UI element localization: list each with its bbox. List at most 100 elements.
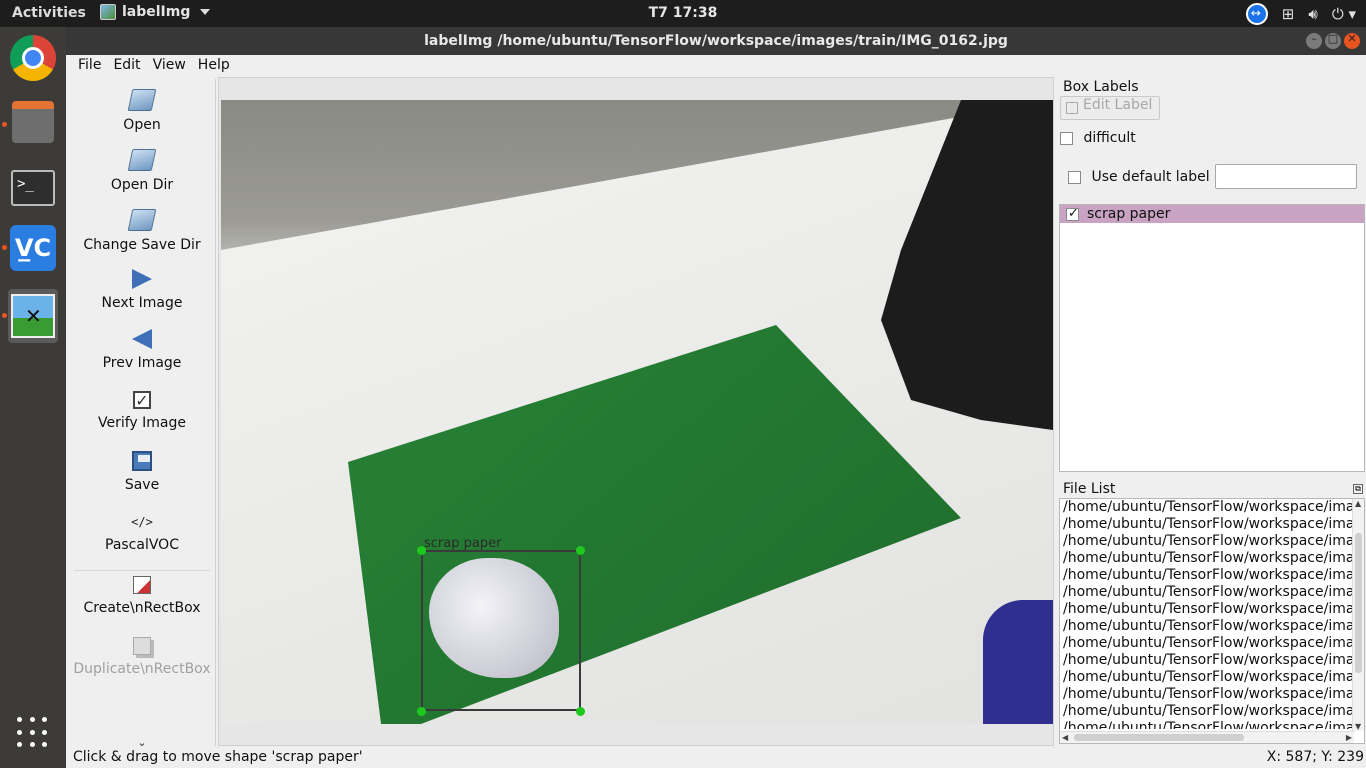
cursor-coordinates: X: 587; Y: 239 bbox=[1266, 749, 1364, 765]
scroll-thumb[interactable] bbox=[1355, 533, 1362, 673]
scroll-thumb[interactable] bbox=[1074, 734, 1244, 741]
edit-label-text: Edit Label bbox=[1083, 97, 1153, 113]
duplicate-rectbox-button[interactable]: Duplicate\nRectBox bbox=[68, 637, 216, 677]
vnc-icon: V̲C bbox=[10, 225, 56, 271]
list-item[interactable]: /home/ubuntu/TensorFlow/workspace/ima bbox=[1060, 533, 1352, 550]
box-handle-bottom-left[interactable] bbox=[417, 707, 426, 716]
arrow-right-icon bbox=[132, 269, 152, 289]
close-button[interactable]: ✕ bbox=[1344, 32, 1360, 49]
duplicate-rectbox-label: Duplicate\nRectBox bbox=[73, 661, 211, 677]
power-icon[interactable]: ⏻ ▾ bbox=[1332, 5, 1356, 23]
list-item[interactable]: /home/ubuntu/TensorFlow/workspace/ima bbox=[1060, 652, 1352, 669]
app-menu-label: labelImg bbox=[122, 4, 191, 20]
bounding-box[interactable] bbox=[421, 550, 581, 711]
dock-terminal[interactable]: >_ bbox=[8, 163, 58, 213]
default-label-input[interactable] bbox=[1215, 164, 1357, 189]
open-dir-label: Open Dir bbox=[110, 177, 174, 193]
labelimg-window: labelImg /home/ubuntu/TensorFlow/workspa… bbox=[66, 27, 1366, 768]
list-item[interactable]: /home/ubuntu/TensorFlow/workspace/ima bbox=[1060, 635, 1352, 652]
menu-help[interactable]: Help bbox=[192, 55, 236, 77]
file-list[interactable]: /home/ubuntu/TensorFlow/workspace/ima /h… bbox=[1059, 498, 1365, 744]
label-list[interactable]: scrap paper bbox=[1059, 204, 1365, 472]
dock-labelimg[interactable] bbox=[8, 287, 58, 345]
arrow-left-icon bbox=[132, 329, 152, 349]
chevron-down-icon bbox=[200, 9, 211, 15]
menu-file[interactable]: File bbox=[72, 55, 107, 77]
use-default-label-checkbox[interactable]: Use default label bbox=[1068, 169, 1210, 185]
open-button[interactable]: Open bbox=[68, 89, 216, 133]
dock-chrome[interactable] bbox=[8, 33, 58, 83]
menu-bar: File Edit View Help bbox=[66, 55, 1366, 77]
status-bar: Click & drag to move shape 'scrap paper'… bbox=[66, 746, 1366, 768]
activities-button[interactable]: Activities bbox=[12, 5, 86, 21]
minimize-button[interactable]: – bbox=[1306, 32, 1322, 49]
format-button[interactable]: </> PascalVOC bbox=[68, 515, 216, 553]
list-item[interactable]: scrap paper bbox=[1060, 205, 1364, 223]
checkbox-icon: ✓ bbox=[133, 391, 151, 409]
use-default-label-box[interactable] bbox=[1068, 170, 1081, 184]
box-handle-bottom-right[interactable] bbox=[576, 707, 585, 716]
top-bar: Activities labelImg T7 17:38 ⊞ 🔊︎ ⏻ ▾ bbox=[0, 0, 1366, 27]
open-dir-button[interactable]: Open Dir bbox=[68, 149, 216, 193]
tool-bar: Open Open Dir Change Save Dir Next Image… bbox=[68, 79, 216, 749]
box-handle-top-left[interactable] bbox=[417, 546, 426, 555]
apps-grid-icon[interactable] bbox=[17, 717, 49, 749]
difficult-checkbox[interactable]: difficult bbox=[1060, 130, 1136, 146]
next-image-button[interactable]: Next Image bbox=[68, 269, 216, 311]
app-menu[interactable]: labelImg bbox=[100, 4, 211, 20]
labelimg-small-icon bbox=[100, 4, 116, 20]
list-item[interactable]: /home/ubuntu/TensorFlow/workspace/ima bbox=[1060, 567, 1352, 584]
annotated-photo: scrap paper bbox=[221, 100, 1053, 724]
volume-icon[interactable]: 🔊︎ bbox=[1308, 5, 1317, 23]
list-item[interactable]: /home/ubuntu/TensorFlow/workspace/ima bbox=[1060, 720, 1352, 729]
change-save-dir-button[interactable]: Change Save Dir bbox=[68, 209, 216, 253]
verify-image-label: Verify Image bbox=[97, 415, 186, 431]
list-item[interactable]: /home/ubuntu/TensorFlow/workspace/ima bbox=[1060, 550, 1352, 567]
image-canvas[interactable]: scrap paper bbox=[218, 77, 1054, 746]
teamviewer-icon[interactable] bbox=[1245, 3, 1268, 25]
list-item[interactable]: /home/ubuntu/TensorFlow/workspace/ima bbox=[1060, 584, 1352, 601]
file-list-title: File List bbox=[1063, 481, 1116, 497]
float-dock-icon[interactable]: ⧉ bbox=[1353, 484, 1363, 494]
system-tray[interactable]: ⊞ 🔊︎ ⏻ ▾ bbox=[1245, 3, 1356, 25]
list-item[interactable]: /home/ubuntu/TensorFlow/workspace/ima bbox=[1060, 516, 1352, 533]
list-item[interactable]: /home/ubuntu/TensorFlow/workspace/ima bbox=[1060, 601, 1352, 618]
maximize-button[interactable]: □ bbox=[1325, 32, 1341, 49]
list-item[interactable]: /home/ubuntu/TensorFlow/workspace/ima bbox=[1060, 618, 1352, 635]
horizontal-scrollbar[interactable]: ◀ ▶ bbox=[1060, 731, 1354, 743]
open-folder-icon bbox=[127, 89, 157, 111]
status-message: Click & drag to move shape 'scrap paper' bbox=[73, 749, 363, 765]
list-item[interactable]: /home/ubuntu/TensorFlow/workspace/ima bbox=[1060, 669, 1352, 686]
list-item[interactable]: /home/ubuntu/TensorFlow/workspace/ima bbox=[1060, 499, 1352, 516]
menu-edit[interactable]: Edit bbox=[107, 55, 146, 77]
menu-view[interactable]: View bbox=[147, 55, 192, 77]
scroll-right-icon[interactable]: ▶ bbox=[1346, 733, 1352, 742]
edit-label-button[interactable]: Edit Label bbox=[1060, 96, 1160, 120]
dock-vnc[interactable]: V̲C bbox=[8, 223, 58, 273]
save-dir-icon bbox=[127, 209, 157, 231]
running-indicator bbox=[2, 313, 7, 318]
verify-image-button[interactable]: ✓ Verify Image bbox=[68, 391, 216, 431]
scroll-left-icon[interactable]: ◀ bbox=[1062, 733, 1068, 742]
scroll-down-icon[interactable]: ▼ bbox=[1355, 722, 1361, 731]
network-icon[interactable]: ⊞ bbox=[1282, 5, 1295, 23]
create-rectbox-button[interactable]: Create\nRectBox bbox=[68, 576, 216, 616]
save-button[interactable]: Save bbox=[68, 451, 216, 493]
prev-image-button[interactable]: Prev Image bbox=[68, 329, 216, 371]
difficult-checkbox-box[interactable] bbox=[1060, 131, 1073, 145]
list-item[interactable]: /home/ubuntu/TensorFlow/workspace/ima bbox=[1060, 686, 1352, 703]
dock-files[interactable] bbox=[8, 97, 58, 147]
box-handle-top-right[interactable] bbox=[576, 546, 585, 555]
scroll-up-icon[interactable]: ▲ bbox=[1355, 499, 1361, 508]
label-item-text: scrap paper bbox=[1087, 206, 1171, 222]
vertical-scrollbar[interactable]: ▲ ▼ bbox=[1352, 499, 1364, 731]
list-item[interactable]: /home/ubuntu/TensorFlow/workspace/ima bbox=[1060, 703, 1352, 720]
title-bar[interactable]: labelImg /home/ubuntu/TensorFlow/workspa… bbox=[66, 27, 1366, 55]
labelimg-icon bbox=[11, 294, 55, 338]
chrome-icon bbox=[10, 35, 56, 81]
window-title: labelImg /home/ubuntu/TensorFlow/workspa… bbox=[424, 33, 1008, 49]
label-visible-checkbox[interactable] bbox=[1066, 206, 1079, 221]
format-label: PascalVOC bbox=[105, 537, 179, 553]
next-image-label: Next Image bbox=[101, 295, 183, 311]
save-icon bbox=[132, 451, 152, 471]
